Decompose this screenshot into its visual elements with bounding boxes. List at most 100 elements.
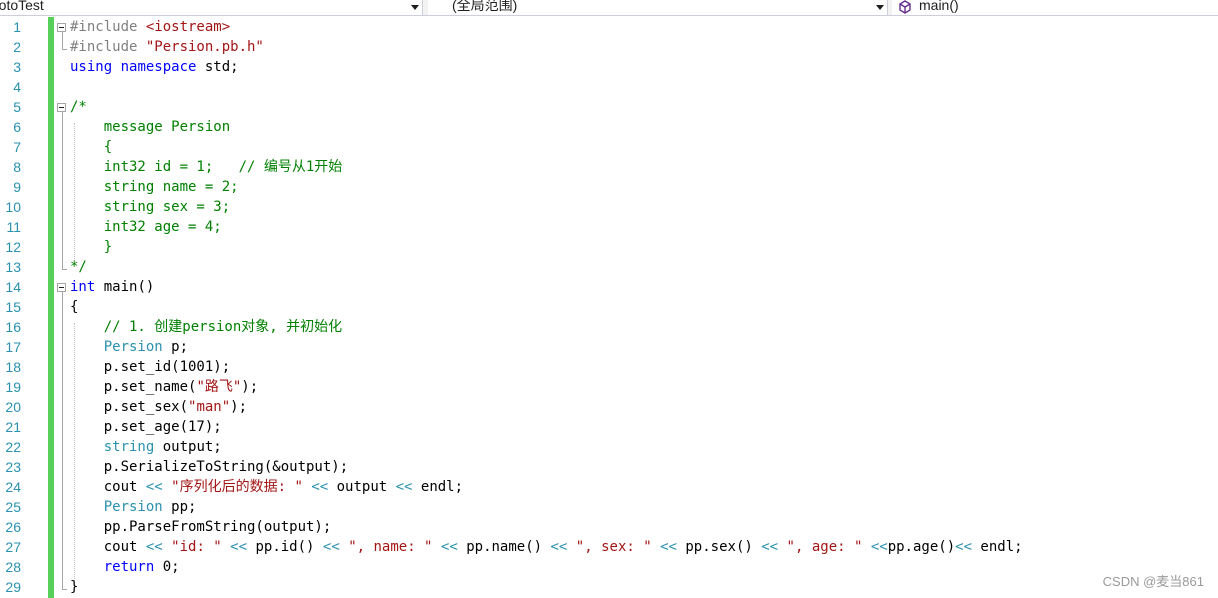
code-line[interactable]: 6 message Persion [0, 117, 1218, 137]
project-dropdown[interactable]: rotoTest [0, 0, 423, 15]
line-number: 18 [5, 359, 21, 375]
chevron-down-icon[interactable] [411, 5, 419, 10]
code-text: cout << "序列化后的数据: " << output << endl; [70, 477, 463, 497]
code-text: #include "Persion.pb.h" [70, 37, 264, 57]
line-number: 26 [5, 519, 21, 535]
code-token: namespace [120, 59, 197, 75]
code-line[interactable]: 5 /* [0, 97, 1218, 117]
code-token: using [70, 59, 113, 75]
code-token: return [103, 559, 155, 575]
line-number: 11 [6, 219, 21, 235]
member-dropdown[interactable]: main() [892, 0, 1218, 15]
code-token: << [870, 539, 888, 555]
line-number: 23 [5, 459, 21, 475]
code-token: message Persion [70, 119, 231, 135]
code-token: int [70, 279, 96, 295]
code-token: p.set_sex( [70, 399, 189, 415]
code-line[interactable]: 7 { [0, 137, 1218, 157]
code-text: pp.ParseFromString(output); [70, 517, 332, 537]
line-number: 14 [5, 279, 21, 295]
code-line[interactable]: 27 cout << "id: " << pp.id() << ", name:… [0, 537, 1218, 557]
code-line[interactable]: 11 int32 age = 4; [0, 217, 1218, 237]
code-text: } [70, 237, 112, 257]
code-editor[interactable]: 1 #include <iostream> 2 #include "Persion.p… [0, 17, 1218, 598]
code-line[interactable]: 23 p.SerializeToString(&output); [0, 457, 1218, 477]
code-token: << [660, 539, 677, 555]
code-line[interactable]: 9 string name = 2; [0, 177, 1218, 197]
line-number: 20 [5, 399, 21, 415]
code-token: p; [162, 339, 189, 355]
code-line[interactable]: 21 p.set_age(17); [0, 417, 1218, 437]
code-line[interactable]: 16 // 1. 创建persion对象, 并初始化 [0, 317, 1218, 337]
code-line[interactable]: 4 [0, 77, 1218, 97]
code-token: p.set_id(1001); [70, 359, 231, 375]
code-line[interactable]: 14 int main() [0, 277, 1218, 297]
code-text: int32 age = 4; [70, 217, 222, 237]
line-number: 28 [5, 559, 21, 575]
code-line[interactable]: 29} [0, 577, 1218, 597]
code-token: ", name: " [348, 539, 433, 555]
line-number: 12 [5, 239, 21, 255]
line-number: 6 [13, 119, 21, 135]
code-token: output; [154, 439, 222, 455]
code-line[interactable]: 24 cout << "序列化后的数据: " << output << endl… [0, 477, 1218, 497]
code-text: p.set_sex("man"); [70, 397, 247, 417]
code-text: p.set_age(17); [70, 417, 222, 437]
code-token: << [955, 539, 972, 555]
code-line[interactable]: 17 Persion p; [0, 337, 1218, 357]
watermark: CSDN @麦当861 [1102, 574, 1204, 589]
code-line[interactable]: 26 pp.ParseFromString(output); [0, 517, 1218, 537]
code-text: using namespace std; [70, 57, 239, 77]
code-token: cout [70, 479, 146, 495]
code-line[interactable]: 8 int32 id = 1; // 编号从1开始 [0, 157, 1218, 177]
code-line[interactable]: 25 Persion pp; [0, 497, 1218, 517]
code-line[interactable]: 12 } [0, 237, 1218, 257]
code-token: << [761, 539, 779, 555]
code-text: string sex = 3; [70, 197, 230, 217]
line-number: 25 [5, 499, 21, 515]
code-text: { [70, 297, 78, 317]
code-editor-window: rotoTest (全局范围) main() 1 [0, 0, 1218, 598]
chevron-down-icon[interactable] [876, 5, 884, 10]
code-text: int32 id = 1; // 编号从1开始 [70, 157, 343, 177]
code-line[interactable]: 28 return 0; [0, 557, 1218, 577]
code-text: p.set_id(1001); [70, 357, 230, 377]
scope-name: (全局范围) [452, 0, 518, 13]
code-token: << [311, 479, 329, 495]
code-text: Persion p; [70, 337, 188, 357]
code-line[interactable]: 10 string sex = 3; [0, 197, 1218, 217]
code-token: Persion [103, 339, 163, 355]
line-number: 1 [13, 19, 21, 35]
line-number: 24 [5, 479, 21, 495]
code-line[interactable]: 19 p.set_name("路飞"); [0, 377, 1218, 397]
code-line[interactable]: 1 #include <iostream> [0, 17, 1218, 37]
scope-dropdown[interactable]: (全局范围) [428, 0, 888, 15]
code-token: << [322, 539, 340, 555]
code-line[interactable]: 18 p.set_id(1001); [0, 357, 1218, 377]
code-token: "Persion.pb.h" [145, 39, 264, 55]
code-text: message Persion [70, 117, 230, 137]
line-number: 7 [13, 139, 21, 155]
code-text: #include <iostream> [70, 17, 230, 37]
line-number: 2 [13, 39, 21, 55]
code-line[interactable]: 22 string output; [0, 437, 1218, 457]
code-token: cout [70, 539, 146, 555]
code-text: cout << "id: " << pp.id() << ", name: " … [70, 537, 1023, 557]
code-token: string sex = 3; [70, 199, 231, 215]
line-number: 17 [5, 339, 21, 355]
code-line[interactable]: 2 #include "Persion.pb.h" [0, 37, 1218, 57]
navigation-bar: rotoTest (全局范围) main() [0, 0, 1218, 16]
code-line[interactable]: 3 using namespace std; [0, 57, 1218, 77]
code-line[interactable]: 15 { [0, 297, 1218, 317]
project-name: rotoTest [0, 0, 44, 13]
line-number: 5 [13, 99, 21, 115]
code-line[interactable]: 20 p.set_sex("man"); [0, 397, 1218, 417]
code-line[interactable]: 13 */ [0, 257, 1218, 277]
code-token: int32 age = 4; [70, 219, 222, 235]
